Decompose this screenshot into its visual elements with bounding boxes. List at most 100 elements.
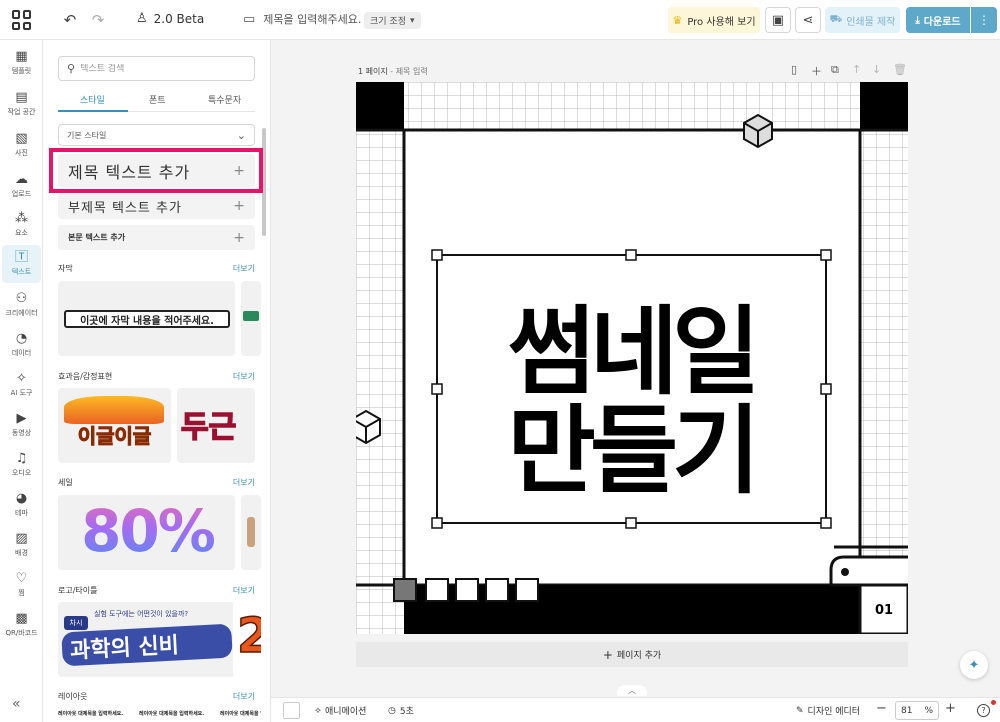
subtitle-style-card[interactable]: [241, 281, 261, 356]
archive-icon: ▤: [15, 90, 28, 105]
duplicate-icon[interactable]: ⧉: [831, 63, 839, 77]
text-panel: ⚲ 스타일 폰트 특수문자 기본 스타일 ⌄ 제목 텍스트 추가 + 부제목 텍…: [43, 40, 271, 722]
undo-icon[interactable]: ↶: [60, 10, 80, 30]
pen-icon: ✎: [796, 705, 804, 716]
sale-style-card[interactable]: 80%: [58, 495, 235, 570]
text-search[interactable]: ⚲: [58, 56, 255, 81]
rail-item-photo[interactable]: ▧ 사진: [2, 126, 41, 164]
layout-style-card[interactable]: 레이아웃 대제목을 입력하세요.: [58, 707, 133, 722]
rail-item-workspace[interactable]: ▤ 작업 공간: [2, 85, 41, 123]
add-page-icon[interactable]: ＋: [811, 63, 822, 79]
rail-item-audio[interactable]: ♫ 오디오: [2, 446, 41, 484]
rail-item-data[interactable]: ◔ 데이터: [2, 326, 41, 364]
rail-item-upload[interactable]: ☁ 업로드: [2, 167, 41, 205]
move-up-icon[interactable]: ↑: [852, 63, 861, 76]
play-icon: ▶: [16, 411, 27, 426]
section-title: 세일: [58, 478, 73, 487]
dot: [841, 568, 849, 576]
more-link[interactable]: 더보기: [233, 371, 255, 382]
layout-style-card[interactable]: 레이아웃 대제목을 입력하세요.: [139, 707, 214, 722]
progress-square: [485, 578, 509, 602]
add-page-label: 페이지 추가: [616, 651, 662, 661]
redo-icon[interactable]: ↷: [88, 10, 108, 30]
print-order-label: 인쇄물 제작: [846, 16, 896, 28]
page-icon[interactable]: ▯: [791, 63, 797, 76]
rail-item-theme[interactable]: ◕ 테마: [2, 486, 41, 524]
pro-trial-button[interactable]: ♛ Pro 사용해 보기: [668, 7, 760, 33]
resize-handle: [625, 517, 637, 529]
rail-item-elements[interactable]: ⁂ 요소: [2, 206, 41, 244]
more-link[interactable]: 더보기: [233, 477, 255, 488]
rail-item-qr[interactable]: ▩ QR/바코드: [2, 606, 41, 644]
resize-handle: [431, 383, 443, 395]
search-input[interactable]: [80, 63, 231, 74]
rail-item-ai-tools[interactable]: ✧ AI 도구: [2, 366, 41, 404]
more-menu-button[interactable]: ⋮: [971, 7, 997, 33]
more-link[interactable]: 더보기: [233, 263, 255, 274]
section-header: 로고/타이틀 더보기: [58, 585, 255, 597]
rail-item-video[interactable]: ▶ 동영상: [2, 406, 41, 444]
collapse-rail-icon[interactable]: «: [12, 696, 21, 712]
tab-special-chars[interactable]: 특수문자: [208, 93, 241, 106]
expand-pages-icon[interactable]: ︿: [617, 685, 647, 696]
rail-item-template[interactable]: ▦ 템플릿: [2, 44, 41, 82]
add-page-button[interactable]: + 페이지 추가: [356, 642, 908, 667]
tab-font[interactable]: 폰트: [149, 93, 166, 106]
tab-style[interactable]: 스타일: [80, 93, 105, 106]
cube-icon: [356, 409, 381, 445]
design-page[interactable]: 썸네일 만들기 01: [356, 82, 908, 634]
sparkle-icon: ✦: [968, 657, 980, 673]
resize-handle: [431, 249, 443, 261]
help-icon[interactable]: ?: [977, 704, 990, 717]
rail-item-favorites[interactable]: ♡ 찜: [2, 566, 41, 604]
share-icon[interactable]: ⋖: [795, 7, 821, 33]
more-link[interactable]: 더보기: [233, 691, 255, 702]
title-sample-sub: 실험 도구에는 어떤것이 있을까?: [94, 610, 189, 618]
home-logo-icon[interactable]: [12, 10, 32, 30]
sfx-style-card[interactable]: 이글이글: [58, 388, 171, 463]
save-icon[interactable]: ▣: [765, 7, 791, 33]
subtitle-sample: 이곳에 자막 내용을 적어주세요.: [64, 310, 230, 328]
style-dropdown[interactable]: 기본 스타일 ⌄: [58, 124, 255, 146]
rail-item-creator[interactable]: ⚇ 크리에이터: [2, 286, 41, 324]
more-icon: ⋮: [978, 13, 990, 27]
page-label[interactable]: 1 페이지 - 제목 입력: [358, 66, 428, 77]
zoom-in-icon[interactable]: +: [945, 701, 956, 716]
layout-style-card[interactable]: 레이아웃 대제목을 입력하세요.: [220, 707, 261, 722]
page-title-label: - 제목 입력: [387, 67, 428, 76]
animation-button[interactable]: ⟡ 애니메이션: [315, 704, 366, 718]
zoom-field[interactable]: 81 %: [895, 701, 939, 720]
animation-icon: ⟡: [315, 705, 321, 716]
rail-item-text[interactable]: 🅃 텍스트: [2, 245, 41, 283]
doc-title[interactable]: ▭ 제목을 입력해주세요.: [243, 11, 361, 27]
title-style-card[interactable]: 실험 도구에는 어떤것이 있을까? 차시 과학의 신비: [58, 602, 235, 677]
text-icon: 🅃: [14, 250, 28, 265]
sfx-style-card[interactable]: 두근: [177, 388, 255, 463]
download-icon: ⤓: [915, 14, 920, 26]
rail-item-background[interactable]: ▨ 배경: [2, 526, 41, 564]
upload-cloud-icon: ☁: [15, 172, 28, 187]
resize-button-label: 크기 조정: [370, 17, 406, 27]
duration-button[interactable]: ◷ 5초: [388, 704, 414, 718]
top-bar: ↶ ↷ ♙ 2.0 Beta ▭ 제목을 입력해주세요. 크기 조정 ▾ ♛ P…: [0, 0, 1000, 40]
sale-style-card[interactable]: [241, 495, 261, 570]
download-label: 다운로드: [923, 16, 961, 28]
add-subheading-button[interactable]: 부제목 텍스트 추가 +: [58, 193, 255, 219]
move-down-icon[interactable]: ↓: [872, 63, 881, 76]
download-button[interactable]: ⤓ 다운로드: [906, 7, 970, 33]
title-style-card[interactable]: 2: [233, 602, 261, 677]
add-body-button[interactable]: 본문 텍스트 추가 +: [58, 225, 255, 250]
music-icon: ♫: [15, 451, 28, 466]
trash-icon[interactable]: 🗑: [893, 63, 907, 76]
zoom-out-icon[interactable]: −: [876, 701, 887, 716]
version-badge[interactable]: ♙ 2.0 Beta: [136, 11, 204, 26]
zoom-unit: %: [924, 705, 933, 716]
resize-button[interactable]: 크기 조정 ▾: [364, 12, 421, 29]
corner-block: [860, 82, 908, 130]
more-link[interactable]: 더보기: [233, 585, 255, 596]
print-order-button[interactable]: ⛟ 인쇄물 제작: [825, 7, 900, 33]
subtitle-style-card[interactable]: 이곳에 자막 내용을 적어주세요.: [58, 281, 235, 356]
ai-assistant-button[interactable]: ✦: [960, 651, 988, 679]
design-editor-button[interactable]: ✎ 디자인 에디터: [796, 704, 860, 718]
background-color-swatch[interactable]: [283, 702, 300, 719]
